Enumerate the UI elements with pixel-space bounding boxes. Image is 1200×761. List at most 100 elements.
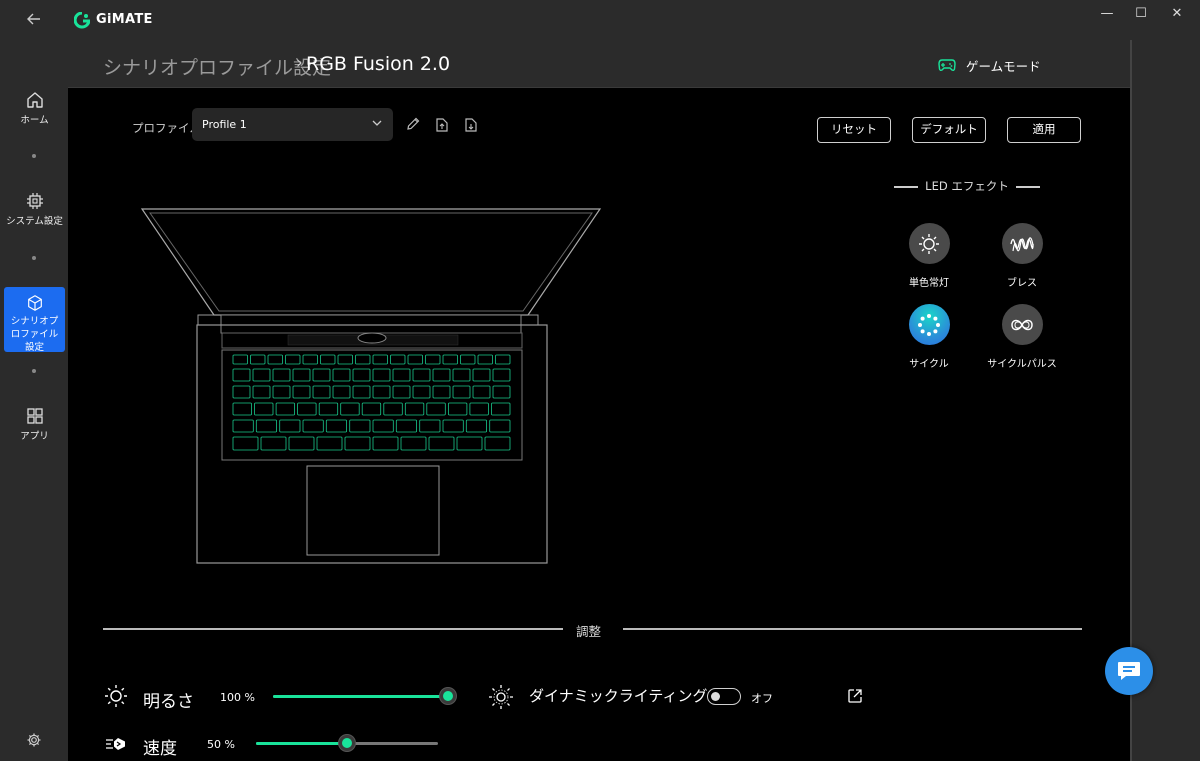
keyboard-key — [252, 385, 271, 399]
title-bar: GiMATE — ☐ ✕ — [0, 0, 1200, 40]
keyboard-key — [426, 402, 446, 416]
keyboard-key — [337, 354, 353, 365]
keyboard-key — [332, 368, 351, 382]
keyboard-key — [395, 419, 417, 433]
dynamic-lighting-state: オフ — [751, 692, 773, 705]
effect-breathing-label: ブレス — [1007, 278, 1037, 289]
keyboard-key — [442, 419, 464, 433]
speed-label: 速度 — [143, 739, 177, 759]
external-link-icon[interactable] — [847, 688, 863, 704]
speed-value: 50 % — [207, 738, 235, 751]
chat-support-button[interactable] — [1105, 647, 1153, 695]
keyboard-key — [452, 385, 471, 399]
profile-selected-value: Profile 1 — [202, 118, 247, 131]
keyboard-key — [390, 354, 406, 365]
keyboard-key — [472, 368, 491, 382]
keyboard-key — [352, 385, 371, 399]
effect-static[interactable]: 単色常灯 — [884, 223, 974, 289]
keyboard-key — [472, 385, 491, 399]
import-file-icon[interactable] — [464, 116, 478, 132]
sidebar-item-system-settings[interactable]: システム設定 — [4, 191, 65, 228]
app-title: GiMATE — [96, 12, 153, 27]
keyboard-key — [400, 436, 427, 451]
brightness-slider-knob[interactable] — [440, 688, 456, 704]
sidebar-item-label: アプリ — [20, 431, 49, 442]
keyboard-key — [252, 368, 271, 382]
separator-dot — [32, 369, 36, 373]
infinity-icon — [1011, 319, 1033, 330]
apply-button[interactable]: 適用 — [1007, 117, 1081, 143]
breadcrumb-separator: › — [296, 53, 303, 73]
effect-cycle[interactable]: サイクル — [884, 304, 974, 370]
profile-dropdown[interactable]: Profile 1 — [192, 108, 393, 141]
sidebar-item-home[interactable]: ホーム — [4, 90, 65, 127]
apps-grid-icon — [26, 408, 43, 424]
gimate-logo-icon — [74, 12, 90, 29]
speed-icon — [106, 738, 125, 750]
keyboard-key — [254, 402, 274, 416]
export-file-icon[interactable] — [435, 116, 449, 132]
keyboard-key — [432, 385, 451, 399]
keyboard-key — [492, 385, 511, 399]
default-button[interactable]: デフォルト — [912, 117, 986, 143]
keyboard-key — [372, 419, 394, 433]
keyboard-key — [447, 402, 468, 416]
keyboard-key — [255, 419, 278, 433]
effect-cycle-pulse[interactable]: サイクルパルス — [977, 304, 1067, 370]
keyboard-key — [272, 385, 291, 399]
speed-slider-knob[interactable] — [339, 735, 355, 751]
back-arrow-icon[interactable] — [22, 10, 46, 30]
keyboard-key — [318, 402, 339, 416]
keyboard-key — [232, 436, 259, 451]
keyboard-key — [489, 419, 511, 433]
chat-bubble-icon — [1118, 662, 1140, 680]
keyboard-key — [484, 436, 511, 451]
edit-pencil-icon[interactable] — [405, 116, 421, 132]
close-button[interactable]: ✕ — [1154, 0, 1200, 30]
reset-button[interactable]: リセット — [817, 117, 891, 143]
dynamic-lighting-toggle[interactable] — [707, 688, 741, 705]
keyboard-key — [412, 368, 431, 382]
keyboard-key — [250, 354, 266, 365]
keyboard-key — [425, 354, 441, 365]
keyboard-key — [404, 402, 425, 416]
profile-label: プロファイル — [132, 121, 201, 135]
adjust-divider-right — [623, 628, 1082, 630]
keyboard-key — [349, 419, 371, 433]
effect-cycle-circle — [908, 304, 950, 345]
sidebar-item-scenario-profile[interactable]: シナリオプロファイル設定 — [4, 287, 65, 353]
keyboard-key — [312, 368, 331, 382]
keyboard-key — [260, 436, 287, 451]
effect-breathing[interactable]: ブレス — [977, 223, 1067, 289]
chip-icon — [26, 193, 43, 209]
keyboard-key — [383, 402, 403, 416]
adjust-title: 調整 — [576, 624, 602, 639]
effect-static-label: 単色常灯 — [909, 278, 949, 289]
keyboard-key — [232, 354, 248, 365]
game-mode-button[interactable]: ゲームモード — [938, 55, 1041, 75]
keyboard-key — [352, 368, 371, 382]
game-mode-label: ゲームモード — [966, 58, 1041, 74]
keyboard-key — [392, 368, 411, 382]
page-title: RGB Fusion 2.0 — [306, 53, 451, 75]
chevron-down-icon — [372, 120, 382, 126]
keyboard-key — [275, 402, 296, 416]
keyboard-key — [491, 402, 511, 416]
effect-cycle-label: サイクル — [909, 359, 949, 370]
sidebar-item-label: シナリオプロファイル設定 — [10, 316, 59, 353]
keyboard-key — [477, 354, 493, 365]
keyboard-key — [419, 419, 441, 433]
wave-icon — [1010, 236, 1034, 251]
dynamic-lighting-icon — [489, 685, 513, 709]
keyboard-key — [285, 354, 301, 365]
sidebar-item-label: システム設定 — [6, 216, 63, 227]
keyboard-key — [267, 354, 283, 365]
keyboard-key — [372, 436, 399, 451]
sidebar-item-apps[interactable]: アプリ — [4, 406, 65, 443]
gear-icon[interactable] — [26, 732, 42, 748]
adjust-divider-left — [103, 628, 563, 630]
keyboard-key — [232, 368, 251, 382]
gamepad-icon — [938, 59, 956, 72]
sidebar-item-label: ホーム — [20, 115, 49, 126]
keyboard-key — [372, 368, 391, 382]
